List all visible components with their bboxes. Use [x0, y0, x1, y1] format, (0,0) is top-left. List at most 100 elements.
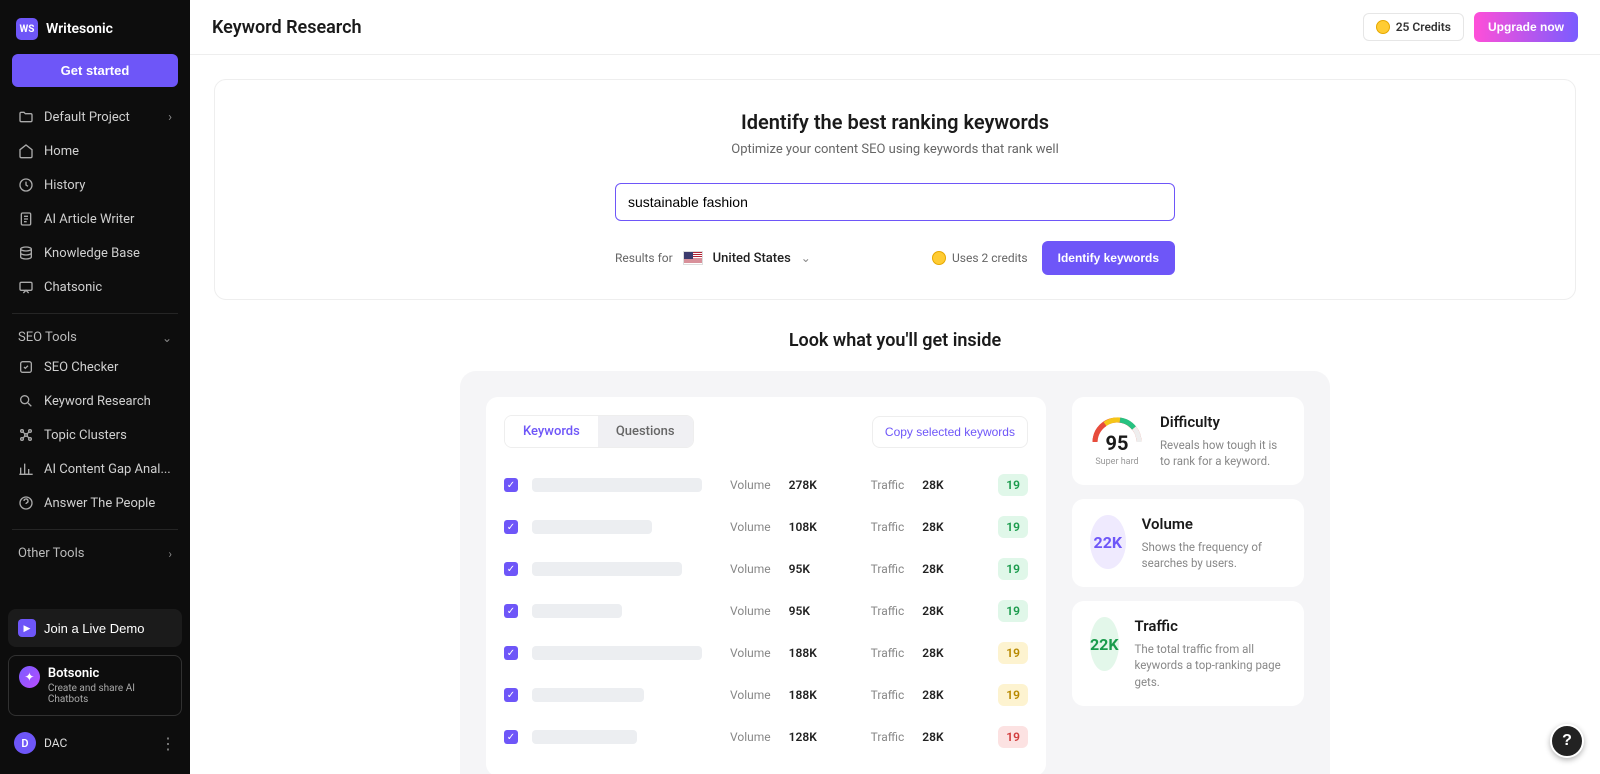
checkbox[interactable]: ✓ — [504, 478, 518, 492]
metric-volume: 22K Volume Shows the frequency of search… — [1072, 499, 1304, 587]
sidebar-item-label: Home — [44, 144, 79, 159]
volume-value: 278K — [789, 478, 829, 492]
folder-icon — [18, 109, 34, 125]
keyword-row: ✓Volume278KTraffic28K19 — [504, 464, 1028, 506]
credit-usage: Uses 2 credits — [932, 251, 1028, 265]
traffic-label: Traffic — [871, 478, 905, 492]
volume-label: Volume — [730, 478, 771, 492]
tab-questions[interactable]: Questions — [598, 416, 693, 447]
traffic-label: Traffic — [871, 520, 905, 534]
sidebar-item-label: Chatsonic — [44, 280, 102, 295]
sidebar-section-seo-tools[interactable]: SEO Tools ⌄ — [8, 324, 182, 351]
traffic-label: Traffic — [871, 646, 905, 660]
identify-keywords-button[interactable]: Identify keywords — [1042, 241, 1175, 275]
keyword-row: ✓Volume95KTraffic28K19 — [504, 548, 1028, 590]
sidebar-item-label: SEO Checker — [44, 360, 118, 375]
country-select[interactable]: United States — [713, 251, 791, 266]
volume-value: 188K — [789, 646, 829, 660]
hero-subtitle: Optimize your content SEO using keywords… — [235, 142, 1555, 157]
sidebar-section-other-tools[interactable]: Other Tools › — [8, 540, 182, 567]
get-started-button[interactable]: Get started — [12, 54, 178, 87]
botsonic-sub: Create and share AI Chatbots — [48, 683, 171, 705]
sidebar-item-label: AI Article Writer — [44, 212, 134, 227]
metric-traffic: 22K Traffic The total traffic from all k… — [1072, 601, 1304, 705]
keyword-bar — [532, 646, 702, 660]
traffic-label: Traffic — [871, 562, 905, 576]
volume-value: 95K — [789, 604, 829, 618]
sidebar-item-topic-clusters[interactable]: Topic Clusters — [8, 419, 182, 451]
score-badge: 19 — [998, 684, 1028, 706]
stack-icon — [18, 245, 34, 261]
more-icon[interactable]: ⋮ — [160, 734, 176, 753]
sidebar-item-default-project[interactable]: Default Project › — [8, 101, 182, 133]
volume-label: Volume — [730, 730, 771, 744]
preview-title: Look what you'll get inside — [214, 330, 1576, 351]
keyword-bar — [532, 478, 702, 492]
volume-circle: 22K — [1090, 515, 1126, 569]
checkbox[interactable]: ✓ — [504, 688, 518, 702]
keyword-row: ✓Volume128KTraffic28K19 — [504, 716, 1028, 758]
main: Keyword Research 25 Credits Upgrade now … — [190, 0, 1600, 774]
traffic-label: Traffic — [871, 604, 905, 618]
help-button[interactable]: ? — [1550, 724, 1584, 758]
traffic-value: 28K — [922, 478, 956, 492]
volume-value: 108K — [789, 520, 829, 534]
page-title: Keyword Research — [212, 17, 362, 38]
difficulty-gauge: 95 Super hard — [1090, 413, 1144, 467]
bot-icon: ✦ — [19, 666, 40, 688]
sidebar-item-answer-people[interactable]: Answer The People — [8, 487, 182, 519]
checkbox[interactable]: ✓ — [504, 562, 518, 576]
credits-badge[interactable]: 25 Credits — [1363, 13, 1464, 41]
checkbox[interactable]: ✓ — [504, 730, 518, 744]
keyword-row: ✓Volume188KTraffic28K19 — [504, 674, 1028, 716]
doc-icon — [18, 211, 34, 227]
upgrade-button[interactable]: Upgrade now — [1474, 12, 1578, 42]
checkbox[interactable]: ✓ — [504, 520, 518, 534]
search-icon — [18, 393, 34, 409]
sidebar-item-label: AI Content Gap Anal... — [44, 462, 171, 477]
sidebar-item-keyword-research[interactable]: Keyword Research — [8, 385, 182, 417]
botsonic-card[interactable]: ✦ Botsonic Create and share AI Chatbots — [8, 655, 182, 716]
sidebar-item-article-writer[interactable]: AI Article Writer — [8, 203, 182, 235]
volume-label: Volume — [730, 646, 771, 660]
metric-title: Traffic — [1135, 617, 1287, 635]
volume-label: Volume — [730, 562, 771, 576]
volume-value: 95K — [789, 562, 829, 576]
sidebar-item-seo-checker[interactable]: SEO Checker — [8, 351, 182, 383]
score-badge: 19 — [998, 600, 1028, 622]
results-for: Results for United States ⌄ — [615, 251, 811, 266]
metric-title: Volume — [1142, 515, 1286, 533]
keyword-bar — [532, 688, 644, 702]
keyword-input[interactable] — [615, 183, 1175, 221]
play-icon: ▶ — [18, 619, 36, 637]
preview-section: Look what you'll get inside Keywords Que… — [214, 330, 1576, 774]
chevron-right-icon: › — [168, 110, 172, 125]
sidebar-item-history[interactable]: History — [8, 169, 182, 201]
keyword-row: ✓Volume108KTraffic28K19 — [504, 506, 1028, 548]
sidebar-item-chatsonic[interactable]: Chatsonic — [8, 271, 182, 303]
volume-value: 128K — [789, 730, 829, 744]
traffic-label: Traffic — [871, 688, 905, 702]
keyword-row: ✓Volume188KTraffic28K19 — [504, 632, 1028, 674]
join-demo-button[interactable]: ▶ Join a Live Demo — [8, 609, 182, 647]
keyword-row: ✓Volume95KTraffic28K19 — [504, 590, 1028, 632]
volume-label: Volume — [730, 520, 771, 534]
sidebar-item-knowledge-base[interactable]: Knowledge Base — [8, 237, 182, 269]
copy-keywords-button[interactable]: Copy selected keywords — [872, 416, 1028, 448]
checkbox[interactable]: ✓ — [504, 646, 518, 660]
clock-icon — [18, 177, 34, 193]
tab-keywords[interactable]: Keywords — [505, 416, 598, 447]
sidebar-item-home[interactable]: Home — [8, 135, 182, 167]
score-badge: 19 — [998, 642, 1028, 664]
sidebar-item-label: Answer The People — [44, 496, 155, 511]
volume-value: 188K — [789, 688, 829, 702]
preview-tabs: Keywords Questions — [504, 415, 694, 448]
sidebar-item-content-gap[interactable]: AI Content Gap Anal... — [8, 453, 182, 485]
checkbox[interactable]: ✓ — [504, 604, 518, 618]
traffic-value: 28K — [922, 604, 956, 618]
traffic-value: 28K — [922, 520, 956, 534]
chevron-down-icon[interactable]: ⌄ — [801, 251, 811, 265]
metric-title: Difficulty — [1160, 413, 1286, 431]
user-row[interactable]: D DAC ⋮ — [8, 724, 182, 762]
traffic-value: 28K — [922, 730, 956, 744]
